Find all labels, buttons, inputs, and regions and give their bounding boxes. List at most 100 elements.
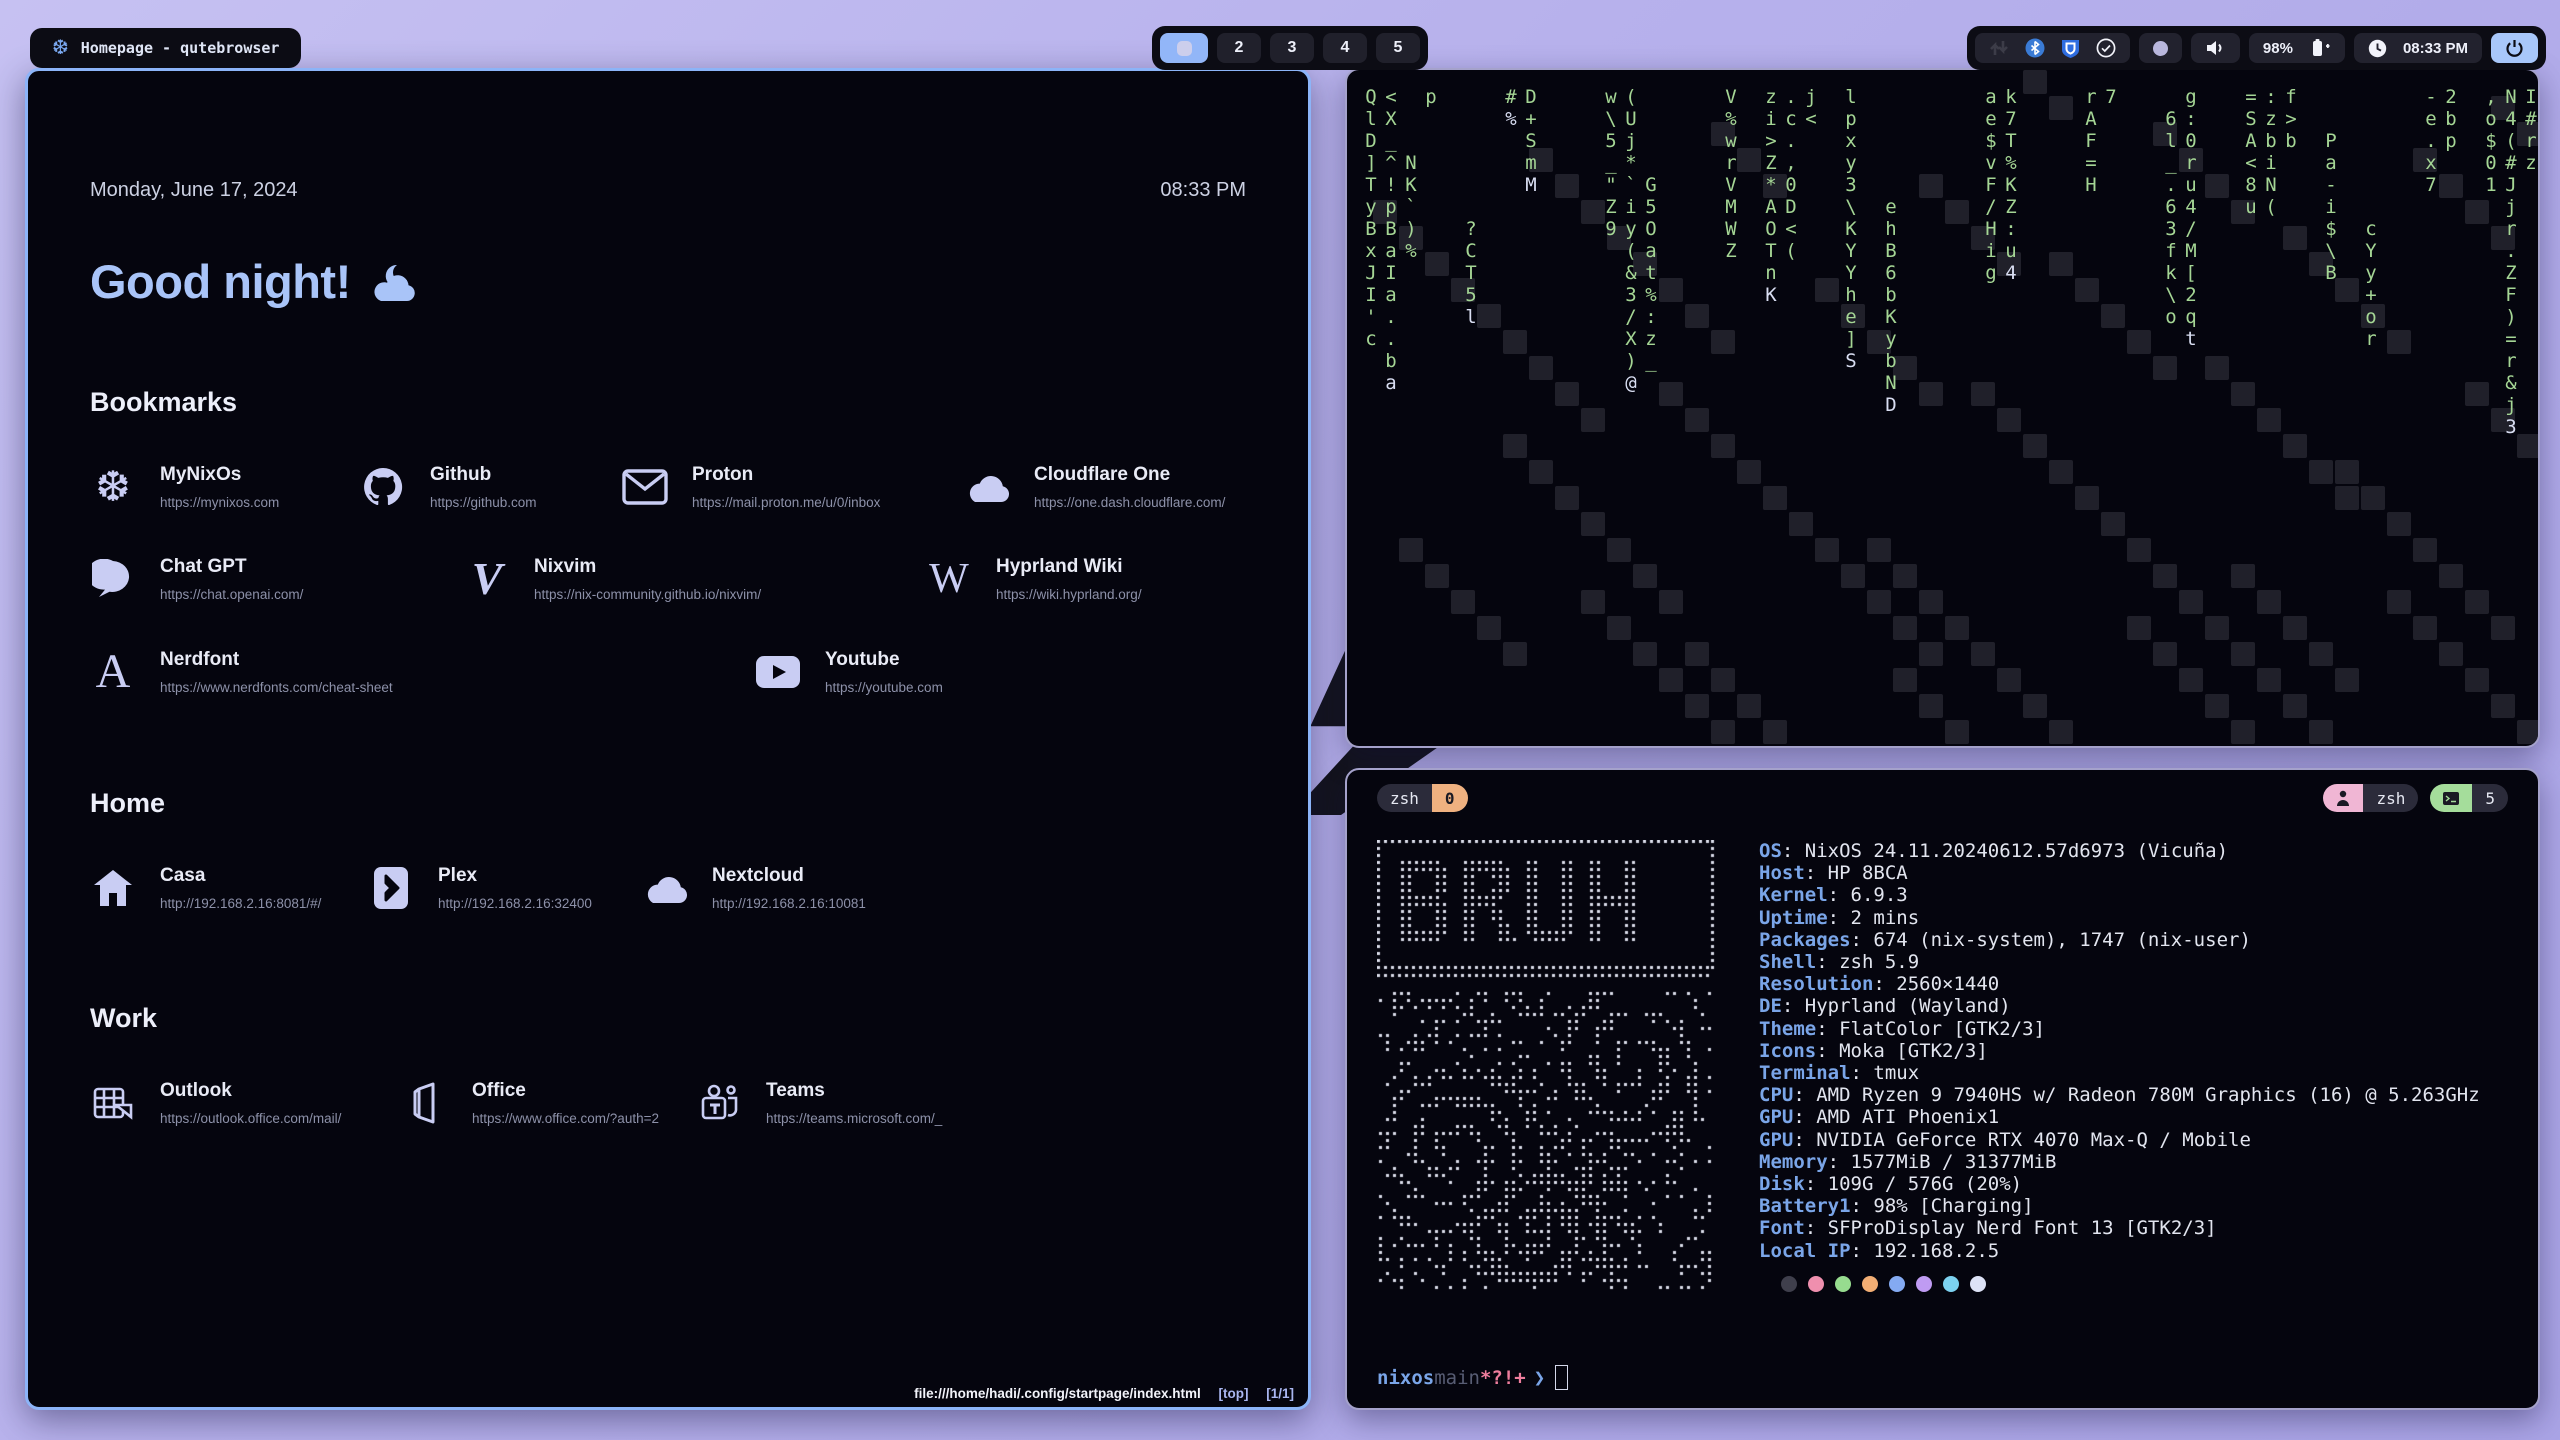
terminal-cursor (1555, 1365, 1568, 1390)
bookmark-url: https://www.nerdfonts.com/cheat-sheet (160, 680, 393, 695)
workspace-button-4[interactable]: 4 (1323, 33, 1367, 63)
nix-icon: ❆ (90, 466, 136, 508)
power-button[interactable] (2491, 33, 2538, 63)
bookmark-name: Nextcloud (712, 865, 866, 887)
bookmark-proton[interactable]: Proton https://mail.proton.me/u/0/inbox (622, 464, 964, 510)
bookmark-cloudflare-one[interactable]: Cloudflare One https://one.dash.cloudfla… (964, 464, 1225, 510)
chat-icon (90, 559, 136, 599)
bookmark-outlook[interactable]: Outlook https://outlook.office.com/mail/ (90, 1080, 402, 1126)
matrix-terminal-window: QlD]TyBxJI'c<X_^!pBaIa..baNK`)%p?CT5l#%D… (1345, 68, 2540, 748)
bluetooth-icon[interactable] (2025, 38, 2045, 58)
fetch-row-cpu: CPU: AMD Ryzen 9 7940HS w/ Radeon 780M G… (1759, 1084, 2480, 1106)
bookmark-plex[interactable]: Plex http://192.168.2.16:32400 (368, 865, 642, 911)
shell-prompt[interactable]: nixos main *?!+ ❯ (1377, 1365, 1568, 1390)
bookmark-name: Outlook (160, 1080, 341, 1102)
window-title: Homepage - qutebrowser (81, 39, 280, 57)
bookmark-casa[interactable]: Casa http://192.168.2.16:8081/#/ (90, 865, 368, 911)
prompt-git-flags: *?!+ (1480, 1367, 1526, 1389)
nixvim-icon: V (464, 556, 510, 602)
active-workspace-indicator (1177, 41, 1192, 56)
status-dot-icon (2153, 41, 2168, 56)
bookmark-github[interactable]: Github https://github.com (360, 464, 622, 510)
cloud-icon (964, 471, 1010, 503)
section-home: Home Casa http://192.168.2.16:8081/#/ Pl… (90, 788, 1246, 911)
bookmark-name: Casa (160, 865, 321, 887)
statusbar-url: file:///home/hadi/.config/startpage/inde… (914, 1386, 1201, 1401)
teams-icon (696, 1083, 742, 1123)
tmux-window-zsh[interactable]: zsh (1377, 784, 1432, 812)
fetch-row-kernel: Kernel: 6.9.3 (1759, 884, 2480, 906)
greeting-text: Good night! (90, 254, 351, 309)
fetch-row-packages: Packages: 674 (nix-system), 1747 (nix-us… (1759, 929, 2480, 951)
check-circle-icon[interactable] (2096, 38, 2116, 58)
bookmark-url: https://nix-community.github.io/nixvim/ (534, 587, 761, 602)
fetch-row-de: DE: Hyprland (Wayland) (1759, 995, 2480, 1017)
battery-charging-icon (2309, 38, 2331, 58)
prompt-host: nixos (1377, 1367, 1434, 1389)
workspace-switcher: 2345 (1152, 26, 1428, 70)
bookmark-url: https://mynixos.com (160, 495, 279, 510)
tmux-statusbar: zsh0 zsh5 (1363, 782, 2522, 814)
bruh-ascii-art (1377, 840, 1717, 1296)
palette-dot (1808, 1276, 1824, 1292)
nextcloud-icon (642, 872, 688, 904)
tmux-session-pill[interactable]: zsh0 (1377, 784, 1468, 812)
palette-dot (1781, 1276, 1797, 1292)
bookmark-name: Youtube (825, 649, 943, 671)
bookmark-url: https://mail.proton.me/u/0/inbox (692, 495, 880, 510)
tmux-status-zsh[interactable]: zsh (2323, 784, 2418, 812)
fetch-row-memory: Memory: 1577MiB / 31377MiB (1759, 1151, 2480, 1173)
section-title: Home (90, 788, 1246, 819)
fetch-row-host: Host: HP 8BCA (1759, 862, 2480, 884)
fetch-row-disk: Disk: 109G / 576G (20%) (1759, 1173, 2480, 1195)
bookmark-office[interactable]: Office https://www.office.com/?auth=2 (402, 1080, 696, 1126)
palette-dot (1916, 1276, 1932, 1292)
bookmark-name: Nixvim (534, 556, 761, 578)
tmux-status-5[interactable]: 5 (2430, 784, 2508, 812)
prompt-git-branch: main (1434, 1367, 1480, 1389)
workspace-button-2[interactable]: 2 (1217, 33, 1261, 63)
bookmark-nerdfont[interactable]: A Nerdfont https://www.nerdfonts.com/che… (90, 648, 755, 696)
bookmark-name: Nerdfont (160, 649, 393, 671)
workspace-button-3[interactable]: 3 (1270, 33, 1314, 63)
active-window-title-pill[interactable]: ❆ Homepage - qutebrowser (30, 28, 301, 68)
fastfetch-info: OS: NixOS 24.11.20240612.57d6973 (Vicuña… (1759, 840, 2480, 1262)
statusbar-tab-counter: [1/1] (1266, 1386, 1294, 1401)
recording-indicator-pill[interactable] (2139, 33, 2182, 63)
bookmark-youtube[interactable]: Youtube https://youtube.com (755, 648, 943, 696)
tmux-window-0[interactable]: 0 (1432, 784, 1468, 812)
bookmark-url: https://one.dash.cloudflare.com/ (1034, 495, 1225, 510)
fetch-row-os: OS: NixOS 24.11.20240612.57d6973 (Vicuña… (1759, 840, 2480, 862)
bookmark-nixvim[interactable]: V Nixvim https://nix-community.github.io… (464, 556, 926, 602)
prompt-arrow: ❯ (1534, 1367, 1545, 1389)
battery-pill[interactable]: 98% (2249, 33, 2345, 63)
clock-pill[interactable]: 08:33 PM (2354, 33, 2482, 63)
section-bookmarks: Bookmarks ❆ MyNixOs https://mynixos.com G… (90, 387, 1246, 696)
network-icon[interactable] (1989, 39, 2009, 57)
section-title: Bookmarks (90, 387, 1246, 418)
palette-dot (1970, 1276, 1986, 1292)
plex-icon (368, 867, 414, 909)
fetch-row-local-ip: Local IP: 192.168.2.5 (1759, 1240, 2480, 1262)
bookmark-name: Plex (438, 865, 592, 887)
night-cloud-icon (367, 261, 419, 303)
fetch-row-theme: Theme: FlatColor [GTK2/3] (1759, 1018, 2480, 1040)
bookmark-nextcloud[interactable]: Nextcloud http://192.168.2.16:10081 (642, 865, 866, 911)
volume-pill[interactable] (2191, 33, 2240, 63)
workspace-button-5[interactable]: 5 (1376, 33, 1420, 63)
mail-icon (622, 469, 668, 505)
bookmark-mynixos[interactable]: ❆ MyNixOs https://mynixos.com (90, 464, 360, 510)
bookmark-name: MyNixOs (160, 464, 279, 486)
system-tray: 98% 08:33 PM (1967, 26, 2546, 70)
power-icon (2505, 39, 2524, 58)
statusbar-scroll-position: [top] (1218, 1386, 1248, 1401)
bookmark-url: https://www.office.com/?auth=2 (472, 1111, 659, 1126)
bookmark-teams[interactable]: Teams https://teams.microsoft.com/_ (696, 1080, 942, 1126)
outlook-icon (90, 1083, 136, 1123)
bookmark-name: Teams (766, 1080, 942, 1102)
bookmark-chat-gpt[interactable]: Chat GPT https://chat.openai.com/ (90, 556, 464, 602)
shield-icon[interactable] (2061, 38, 2080, 59)
bookmark-url: http://192.168.2.16:8081/#/ (160, 896, 321, 911)
workspace-button-1[interactable] (1160, 33, 1208, 63)
bookmark-hyprland-wiki[interactable]: W Hyprland Wiki https://wiki.hyprland.or… (926, 556, 1142, 602)
